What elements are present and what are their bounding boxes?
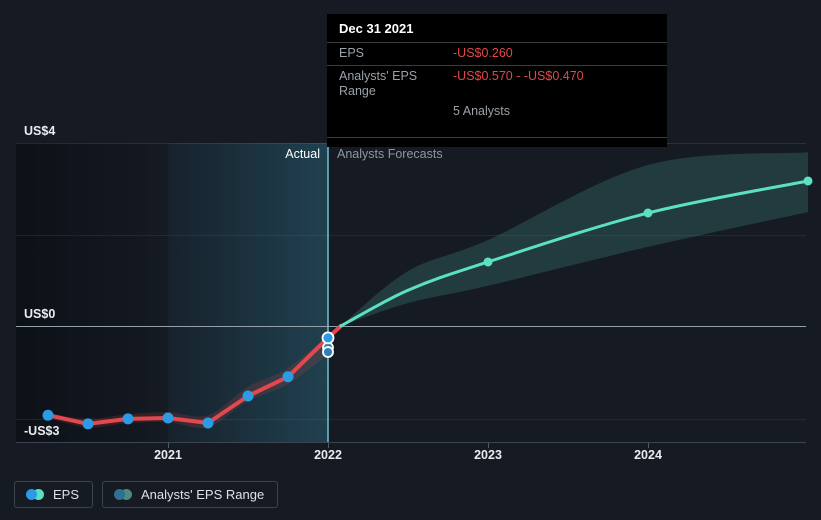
eps-point-marker[interactable] — [282, 371, 294, 383]
eps-point-marker[interactable] — [162, 412, 174, 424]
forecast-point-marker[interactable] — [643, 208, 653, 218]
tooltip-eps-label: EPS — [339, 46, 365, 60]
y-axis-label-us0: US$0 — [24, 307, 56, 321]
y-axis-label-minus3: -US$3 — [24, 424, 60, 438]
y-axis-label-us4: US$4 — [24, 124, 56, 138]
legend-eps-label: EPS — [53, 487, 80, 502]
tooltip-date: Dec 31 2021 — [327, 14, 667, 43]
tooltip-analysts-spacer — [339, 104, 453, 119]
eps-point-marker[interactable] — [202, 417, 214, 429]
forecast-point-marker[interactable] — [803, 176, 813, 186]
tooltip-bottom-rule — [327, 137, 667, 147]
eps-point-marker[interactable] — [82, 418, 94, 430]
eps-point-marker[interactable] — [122, 413, 134, 425]
actual-phase-label: Actual — [285, 147, 320, 161]
x-axis-label-2023: 2023 — [474, 448, 502, 462]
tooltip-range-value: -US$0.570 - -US$0.470 — [453, 69, 584, 83]
range-blue-dot-icon — [114, 489, 126, 500]
tooltip-eps-value: -US$0.260 — [453, 46, 513, 60]
eps-blue-dot-icon — [26, 489, 37, 500]
x-axis-label-2021: 2021 — [154, 448, 182, 462]
tooltip-eps-row: EPS -US$0.260 — [327, 43, 667, 66]
eps-point-marker[interactable] — [42, 409, 54, 421]
tooltip-range-row: Analysts' EPS Range -US$0.570 - -US$0.47… — [327, 66, 667, 101]
x-axis-label-2024: 2024 — [634, 448, 662, 462]
eps-point-marker[interactable] — [321, 331, 335, 345]
legend-range-label: Analysts' EPS Range — [141, 487, 265, 502]
forecast-range-band — [340, 152, 808, 326]
tooltip-range-label: Analysts' EPS Range — [339, 69, 418, 98]
eps-point-marker[interactable] — [242, 390, 254, 402]
tooltip-analysts-row: 5 Analysts — [327, 101, 667, 121]
forecast-point-marker[interactable] — [483, 257, 493, 267]
eps-chart-page: { "tooltip": { "date": "Dec 31 2021", "r… — [0, 0, 821, 520]
legend-toggle-eps[interactable]: EPS — [14, 481, 94, 508]
tooltip-analysts-count: 5 Analysts — [453, 104, 510, 118]
x-axis-label-2022: 2022 — [314, 448, 342, 462]
legend: EPS Analysts' EPS Range — [14, 481, 279, 508]
forecast-phase-label: Analysts Forecasts — [337, 147, 443, 161]
hover-tooltip: Dec 31 2021 EPS -US$0.260 Analysts' EPS … — [327, 14, 667, 147]
hover-range-marker[interactable] — [322, 346, 334, 358]
legend-toggle-analysts-range[interactable]: Analysts' EPS Range — [102, 481, 279, 508]
